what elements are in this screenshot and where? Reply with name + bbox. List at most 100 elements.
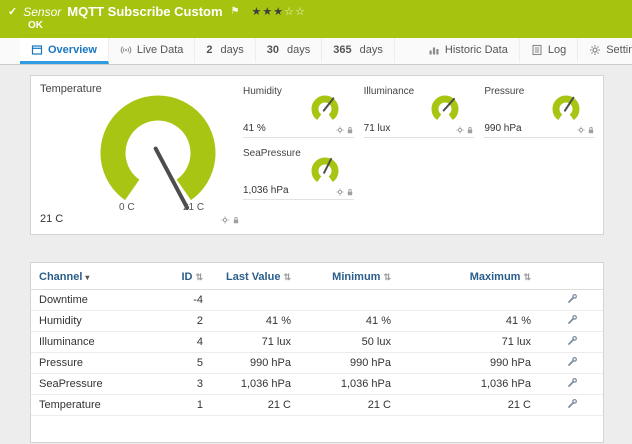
last-value-cell: 990 hPa xyxy=(211,353,299,374)
channel-gear-icon[interactable] xyxy=(336,188,344,196)
tab-overview-label: Overview xyxy=(48,44,97,56)
table-row: Temperature 1 21 C 21 C 21 C xyxy=(31,395,604,416)
channel-gear-icon[interactable] xyxy=(221,216,229,224)
channel-table: Channel▾ ID⇅ Last Value⇅ Minimum⇅ Maximu… xyxy=(31,263,604,416)
minimum-cell: 1,036 hPa xyxy=(299,374,399,395)
tab-log-label: Log xyxy=(548,44,566,56)
table-header-row: Channel▾ ID⇅ Last Value⇅ Minimum⇅ Maximu… xyxy=(31,263,604,290)
table-row: Illuminance 4 71 lux 50 lux 71 lux xyxy=(31,332,604,353)
tab-30-days-num: 30 xyxy=(267,44,279,56)
id-cell: 4 xyxy=(159,332,211,353)
sensor-header: ✓ Sensor MQTT Subscribe Custom ⚑ ★★★☆☆ O… xyxy=(0,0,632,38)
tab-historic-data-label: Historic Data xyxy=(445,44,508,56)
bar-chart-icon xyxy=(428,44,440,56)
overview-icon xyxy=(31,44,43,56)
gauge-scale-min: 0 C xyxy=(119,202,135,213)
tab-live-data[interactable]: Live Data xyxy=(109,38,195,64)
tab-historic-data[interactable]: Historic Data xyxy=(417,38,520,64)
sort-desc-icon: ▾ xyxy=(85,273,89,282)
favorite-flag-icon[interactable]: ⚑ xyxy=(231,6,240,17)
main-gauge-value: 21 C xyxy=(40,213,63,225)
gauge-cell-humidity: Humidity 41 % xyxy=(243,86,354,138)
tab-2-days-num: 2 xyxy=(206,44,212,56)
col-header-minimum[interactable]: Minimum⇅ xyxy=(299,263,399,290)
col-header-channel[interactable]: Channel▾ xyxy=(31,263,159,290)
tab-2-days[interactable]: 2 days xyxy=(195,38,255,64)
channel-gear-icon[interactable] xyxy=(336,126,344,134)
gauge-cell-pressure: Pressure 990 hPa xyxy=(484,86,595,138)
last-value-cell: 71 lux xyxy=(211,332,299,353)
priority-stars-empty[interactable]: ☆☆ xyxy=(284,6,306,18)
page-title: MQTT Subscribe Custom xyxy=(67,4,222,19)
minimum-cell: 50 lux xyxy=(299,332,399,353)
tab-30-days[interactable]: 30days xyxy=(256,38,323,64)
channel-gear-icon[interactable] xyxy=(456,126,464,134)
gauges-panel: Temperature 0 C 21 C 21 C Humid xyxy=(30,75,604,235)
gauge-cell-seapressure: SeaPressure 1,036 hPa xyxy=(243,148,354,200)
gear-icon xyxy=(589,44,601,56)
tab-365-days[interactable]: 365days xyxy=(322,38,395,64)
live-data-icon xyxy=(120,44,132,56)
col-header-last-value[interactable]: Last Value⇅ xyxy=(211,263,299,290)
tab-log[interactable]: Log xyxy=(520,38,578,64)
tab-settings[interactable]: Settings xyxy=(578,38,632,64)
last-value-cell: 41 % xyxy=(211,311,299,332)
seapressure-gauge xyxy=(308,154,342,188)
channel-cell: Downtime xyxy=(31,290,159,311)
wrench-icon[interactable] xyxy=(567,293,578,304)
last-value-cell: 21 C xyxy=(211,395,299,416)
channel-cell: Humidity xyxy=(31,311,159,332)
channel-cell: Illuminance xyxy=(31,332,159,353)
illuminance-gauge xyxy=(428,92,462,126)
channel-lock-icon[interactable] xyxy=(466,126,474,134)
id-cell: 2 xyxy=(159,311,211,332)
tab-overview[interactable]: Overview xyxy=(20,38,109,64)
channel-lock-icon[interactable] xyxy=(232,216,240,224)
gauge-title: Pressure xyxy=(484,86,524,97)
id-cell: 3 xyxy=(159,374,211,395)
table-row: SeaPressure 3 1,036 hPa 1,036 hPa 1,036 … xyxy=(31,374,604,395)
sort-icon: ⇅ xyxy=(195,272,203,282)
channel-cell: Pressure xyxy=(31,353,159,374)
sort-icon: ⇅ xyxy=(523,272,531,282)
wrench-icon[interactable] xyxy=(567,398,578,409)
channel-lock-icon[interactable] xyxy=(346,188,354,196)
col-header-id[interactable]: ID⇅ xyxy=(159,263,211,290)
channel-lock-icon[interactable] xyxy=(587,126,595,134)
table-row: Downtime -4 xyxy=(31,290,604,311)
wrench-icon[interactable] xyxy=(567,335,578,346)
table-row: Pressure 5 990 hPa 990 hPa 990 hPa xyxy=(31,353,604,374)
channel-lock-icon[interactable] xyxy=(346,126,354,134)
tab-2-days-unit: days xyxy=(221,44,244,56)
last-value-cell xyxy=(211,290,299,311)
channel-gear-icon[interactable] xyxy=(577,126,585,134)
tab-365-days-num: 365 xyxy=(333,44,351,56)
status-badge: OK xyxy=(28,20,624,31)
col-header-maximum[interactable]: Maximum⇅ xyxy=(399,263,539,290)
sort-icon: ⇅ xyxy=(383,272,391,282)
tab-bar: Overview Live Data 2days 30days 365days … xyxy=(0,38,632,65)
table-row: Humidity 2 41 % 41 % 41 % xyxy=(31,311,604,332)
priority-stars[interactable]: ★★★☆☆ xyxy=(252,5,306,18)
channel-table-panel: Channel▾ ID⇅ Last Value⇅ Minimum⇅ Maximu… xyxy=(30,262,604,443)
wrench-icon[interactable] xyxy=(567,314,578,325)
tab-settings-label: Settings xyxy=(606,44,632,56)
maximum-cell: 41 % xyxy=(399,311,539,332)
maximum-cell: 71 lux xyxy=(399,332,539,353)
priority-stars-filled[interactable]: ★★★ xyxy=(252,6,285,18)
id-cell: -4 xyxy=(159,290,211,311)
gauge-value: 71 lux xyxy=(364,123,391,134)
tab-live-data-label: Live Data xyxy=(137,44,183,56)
gauge-title: Humidity xyxy=(243,86,282,97)
maximum-cell: 990 hPa xyxy=(399,353,539,374)
minimum-cell: 990 hPa xyxy=(299,353,399,374)
id-cell: 1 xyxy=(159,395,211,416)
wrench-icon[interactable] xyxy=(567,356,578,367)
gauge-cell-illuminance: Illuminance 71 lux xyxy=(364,86,475,138)
wrench-icon[interactable] xyxy=(567,377,578,388)
minimum-cell: 21 C xyxy=(299,395,399,416)
gauge-value: 41 % xyxy=(243,123,266,134)
humidity-gauge xyxy=(308,92,342,126)
gauge-value: 1,036 hPa xyxy=(243,185,289,196)
maximum-cell xyxy=(399,290,539,311)
